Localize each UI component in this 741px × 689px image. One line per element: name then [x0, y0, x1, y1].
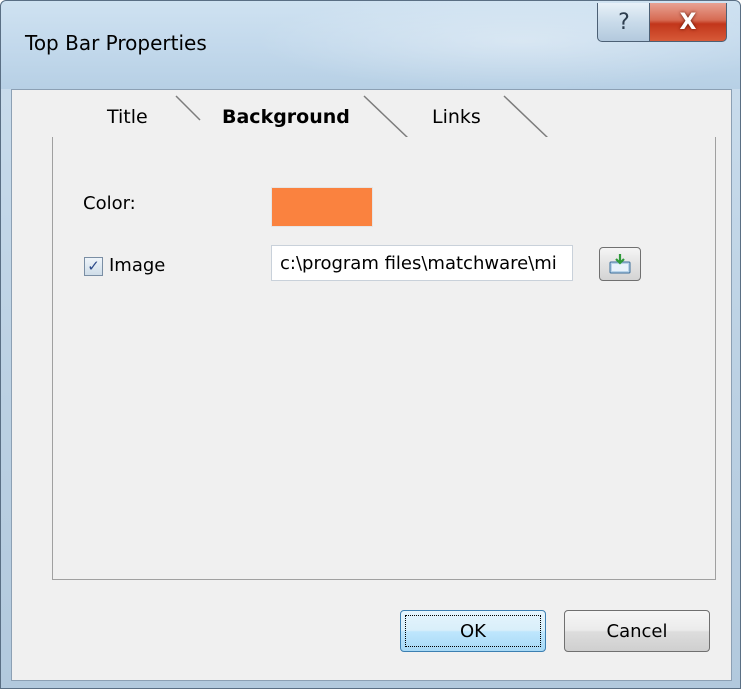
close-button[interactable]: X	[649, 3, 727, 42]
window-title: Top Bar Properties	[25, 31, 207, 55]
tab-title-label: Title	[107, 106, 148, 128]
tab-strip: Title Background Links	[52, 94, 722, 139]
tab-links-divider	[503, 95, 549, 139]
help-icon: ?	[618, 9, 630, 35]
color-swatch[interactable]	[271, 187, 373, 227]
tab-links-label: Links	[432, 106, 481, 128]
close-icon: X	[679, 9, 697, 35]
tab-links[interactable]: Links	[397, 94, 517, 138]
image-path-input[interactable]	[271, 245, 573, 281]
image-label: Image	[109, 255, 166, 276]
background-tab-panel: Color: ✓ Image	[52, 137, 716, 580]
tab-title[interactable]: Title	[52, 94, 194, 138]
color-label: Color:	[83, 193, 136, 214]
help-button[interactable]: ?	[597, 3, 651, 42]
browse-button[interactable]	[599, 247, 641, 281]
cancel-button[interactable]: Cancel	[564, 610, 710, 652]
title-bar[interactable]: Top Bar Properties ? X	[1, 1, 740, 89]
cancel-label: Cancel	[606, 620, 668, 642]
properties-dialog: Top Bar Properties ? X Title Background …	[0, 0, 741, 689]
focus-rect	[405, 615, 541, 647]
ok-button[interactable]: OK	[400, 610, 546, 652]
checkmark-icon: ✓	[87, 257, 100, 275]
image-checkbox[interactable]: ✓	[84, 257, 103, 276]
tab-background-label: Background	[222, 106, 350, 128]
dialog-client-area: Title Background Links Color: ✓ Image c:…	[11, 89, 732, 681]
folder-open-icon	[609, 254, 631, 274]
